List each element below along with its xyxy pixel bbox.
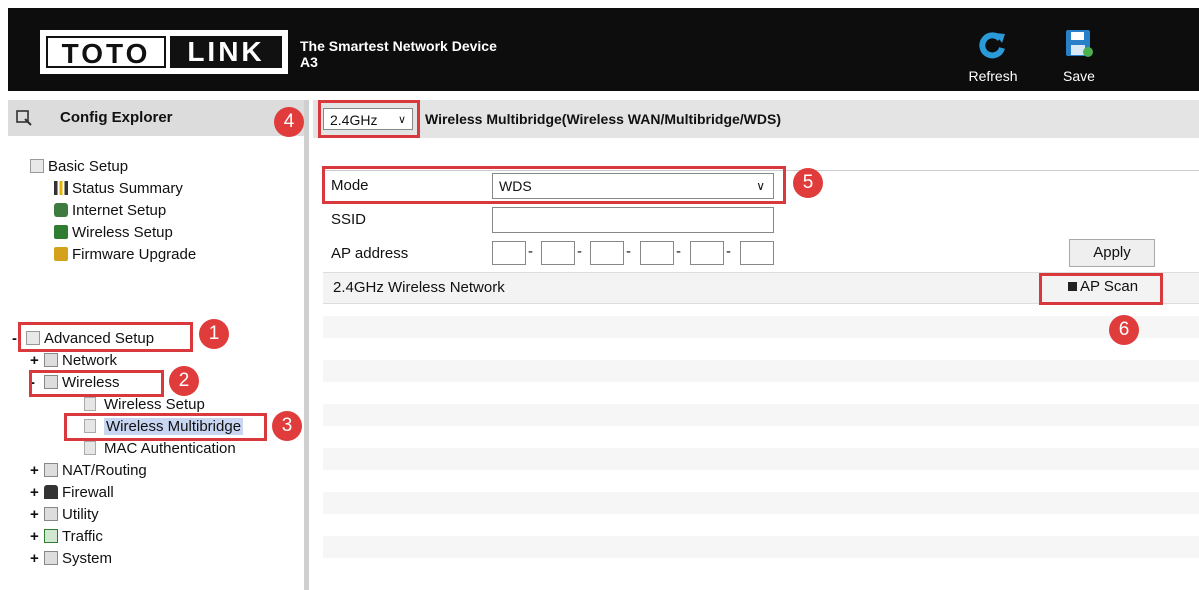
tree-item-firmware-upgrade[interactable]: Firmware Upgrade <box>30 244 196 266</box>
config-explorer-title: Config Explorer <box>60 109 173 126</box>
annotation-box-wireless <box>29 370 164 397</box>
expand-icon[interactable]: + <box>30 548 40 570</box>
internet-setup-label: Internet Setup <box>72 202 167 219</box>
wireless-setup-label: Wireless Setup <box>72 224 173 241</box>
annotation-box-mode <box>322 166 786 204</box>
tree-item-status-summary[interactable]: Status Summary <box>30 178 196 200</box>
refresh-icon <box>979 32 1005 59</box>
octet-separator: - <box>528 243 533 260</box>
ssid-input[interactable] <box>492 207 774 233</box>
octet-separator: - <box>726 243 731 260</box>
ap-address-octet-6[interactable] <box>740 241 774 265</box>
device-tagline: The Smartest Network Device A3 <box>300 38 497 70</box>
octet-separator: - <box>676 243 681 260</box>
advanced-setup-group: - Advanced Setup + Network - Wireless Wirel… <box>12 328 244 570</box>
octet-separator: - <box>626 243 631 260</box>
ap-address-octet-1[interactable] <box>492 241 526 265</box>
ap-address-octet-4[interactable] <box>640 241 674 265</box>
refresh-label: Refresh <box>968 68 1018 84</box>
basic-setup-group: Basic Setup Status Summary Internet Setu… <box>30 156 196 266</box>
config-explorer-header: Config Explorer <box>8 100 304 136</box>
network-icon <box>44 353 58 367</box>
utility-icon <box>44 507 58 521</box>
tree-item-nat-routing[interactable]: + NAT/Routing <box>12 460 243 482</box>
list-row <box>323 492 1199 514</box>
expand-icon[interactable]: + <box>30 482 40 504</box>
system-label: System <box>62 550 113 567</box>
chart-icon <box>54 181 68 195</box>
page-title: Wireless Multibridge(Wireless WAN/Multib… <box>425 111 782 127</box>
traffic-graph-icon <box>44 529 58 543</box>
page-title-bar: 2.4GHz ∨ Wireless Multibridge(Wireless W… <box>313 100 1199 138</box>
ap-address-label: AP address <box>331 245 409 262</box>
ap-address-octet-3[interactable] <box>590 241 624 265</box>
annotation-box-band-select <box>318 100 420 138</box>
list-row <box>323 448 1199 470</box>
annotation-badge-5: 5 <box>793 168 823 198</box>
annotation-box-wireless-multibridge <box>64 413 267 441</box>
tree-item-utility[interactable]: + Utility <box>12 504 243 526</box>
mac-authentication-label: MAC Authentication <box>104 440 236 457</box>
upgrade-icon <box>54 247 68 261</box>
list-row <box>323 316 1199 338</box>
model-name: A3 <box>300 54 318 70</box>
expand-icon[interactable]: + <box>30 460 40 482</box>
utility-label: Utility <box>62 506 99 523</box>
ap-address-octet-2[interactable] <box>541 241 575 265</box>
save-label: Save <box>1063 68 1095 84</box>
tree-item-basic-setup[interactable]: Basic Setup <box>30 156 196 178</box>
top-header: TOTO LINK The Smartest Network Device A3… <box>8 8 1199 91</box>
annotation-box-ap-scan <box>1039 273 1163 305</box>
tree-item-system[interactable]: + System <box>12 548 243 570</box>
annotation-badge-1: 1 <box>199 319 229 349</box>
list-row <box>323 360 1199 382</box>
expand-icon[interactable]: + <box>30 350 40 372</box>
annotation-badge-4: 4 <box>274 107 304 137</box>
annotation-box-advanced-setup <box>18 322 193 352</box>
tree-item-wireless-setup[interactable]: Wireless Setup <box>30 222 196 244</box>
octet-separator: - <box>577 243 582 260</box>
wireless-icon <box>54 225 68 239</box>
annotation-badge-6: 6 <box>1109 315 1139 345</box>
wireless-network-label: 2.4GHz Wireless Network <box>333 279 505 296</box>
folder-gear-icon <box>30 159 44 173</box>
save-button[interactable]: Save <box>1054 28 1104 88</box>
router-icon <box>44 463 58 477</box>
logo-link-text: LINK <box>170 36 282 68</box>
expand-icon[interactable]: + <box>30 526 40 548</box>
totolink-logo: TOTO LINK <box>40 30 288 74</box>
list-row <box>323 404 1199 426</box>
logo-toto-text: TOTO <box>46 36 166 69</box>
basic-setup-label: Basic Setup <box>48 158 129 175</box>
panel-divider[interactable] <box>304 100 309 590</box>
tagline-text: The Smartest Network Device <box>300 38 497 54</box>
tree-item-firewall[interactable]: + Firewall <box>12 482 243 504</box>
page-icon <box>84 397 96 411</box>
list-row <box>323 536 1199 558</box>
annotation-badge-2: 2 <box>169 366 199 396</box>
tree-item-internet-setup[interactable]: Internet Setup <box>30 200 196 222</box>
page-icon <box>84 441 96 455</box>
firewall-label: Firewall <box>62 484 114 501</box>
tree-item-network[interactable]: + Network <box>12 350 243 372</box>
network-label: Network <box>62 352 118 369</box>
save-disk-icon <box>1066 30 1093 57</box>
refresh-button[interactable]: Refresh <box>958 28 1028 88</box>
system-chart-icon <box>44 551 58 565</box>
firmware-upgrade-label: Firmware Upgrade <box>72 246 197 263</box>
magnifier-icon <box>16 110 32 126</box>
traffic-label: Traffic <box>62 528 103 545</box>
ssid-label: SSID <box>331 211 367 228</box>
tree-item-mac-authentication[interactable]: MAC Authentication <box>12 438 243 460</box>
expand-icon[interactable]: + <box>30 504 40 526</box>
status-summary-label: Status Summary <box>72 180 183 197</box>
ap-address-octet-5[interactable] <box>690 241 724 265</box>
tree-item-traffic[interactable]: + Traffic <box>12 526 243 548</box>
wireless-setup-child-label: Wireless Setup <box>104 396 205 413</box>
globe-computer-icon <box>54 203 68 217</box>
apply-button[interactable]: Apply <box>1069 239 1155 267</box>
nat-routing-label: NAT/Routing <box>62 462 147 479</box>
annotation-badge-3: 3 <box>272 411 302 441</box>
lock-icon <box>44 485 58 499</box>
